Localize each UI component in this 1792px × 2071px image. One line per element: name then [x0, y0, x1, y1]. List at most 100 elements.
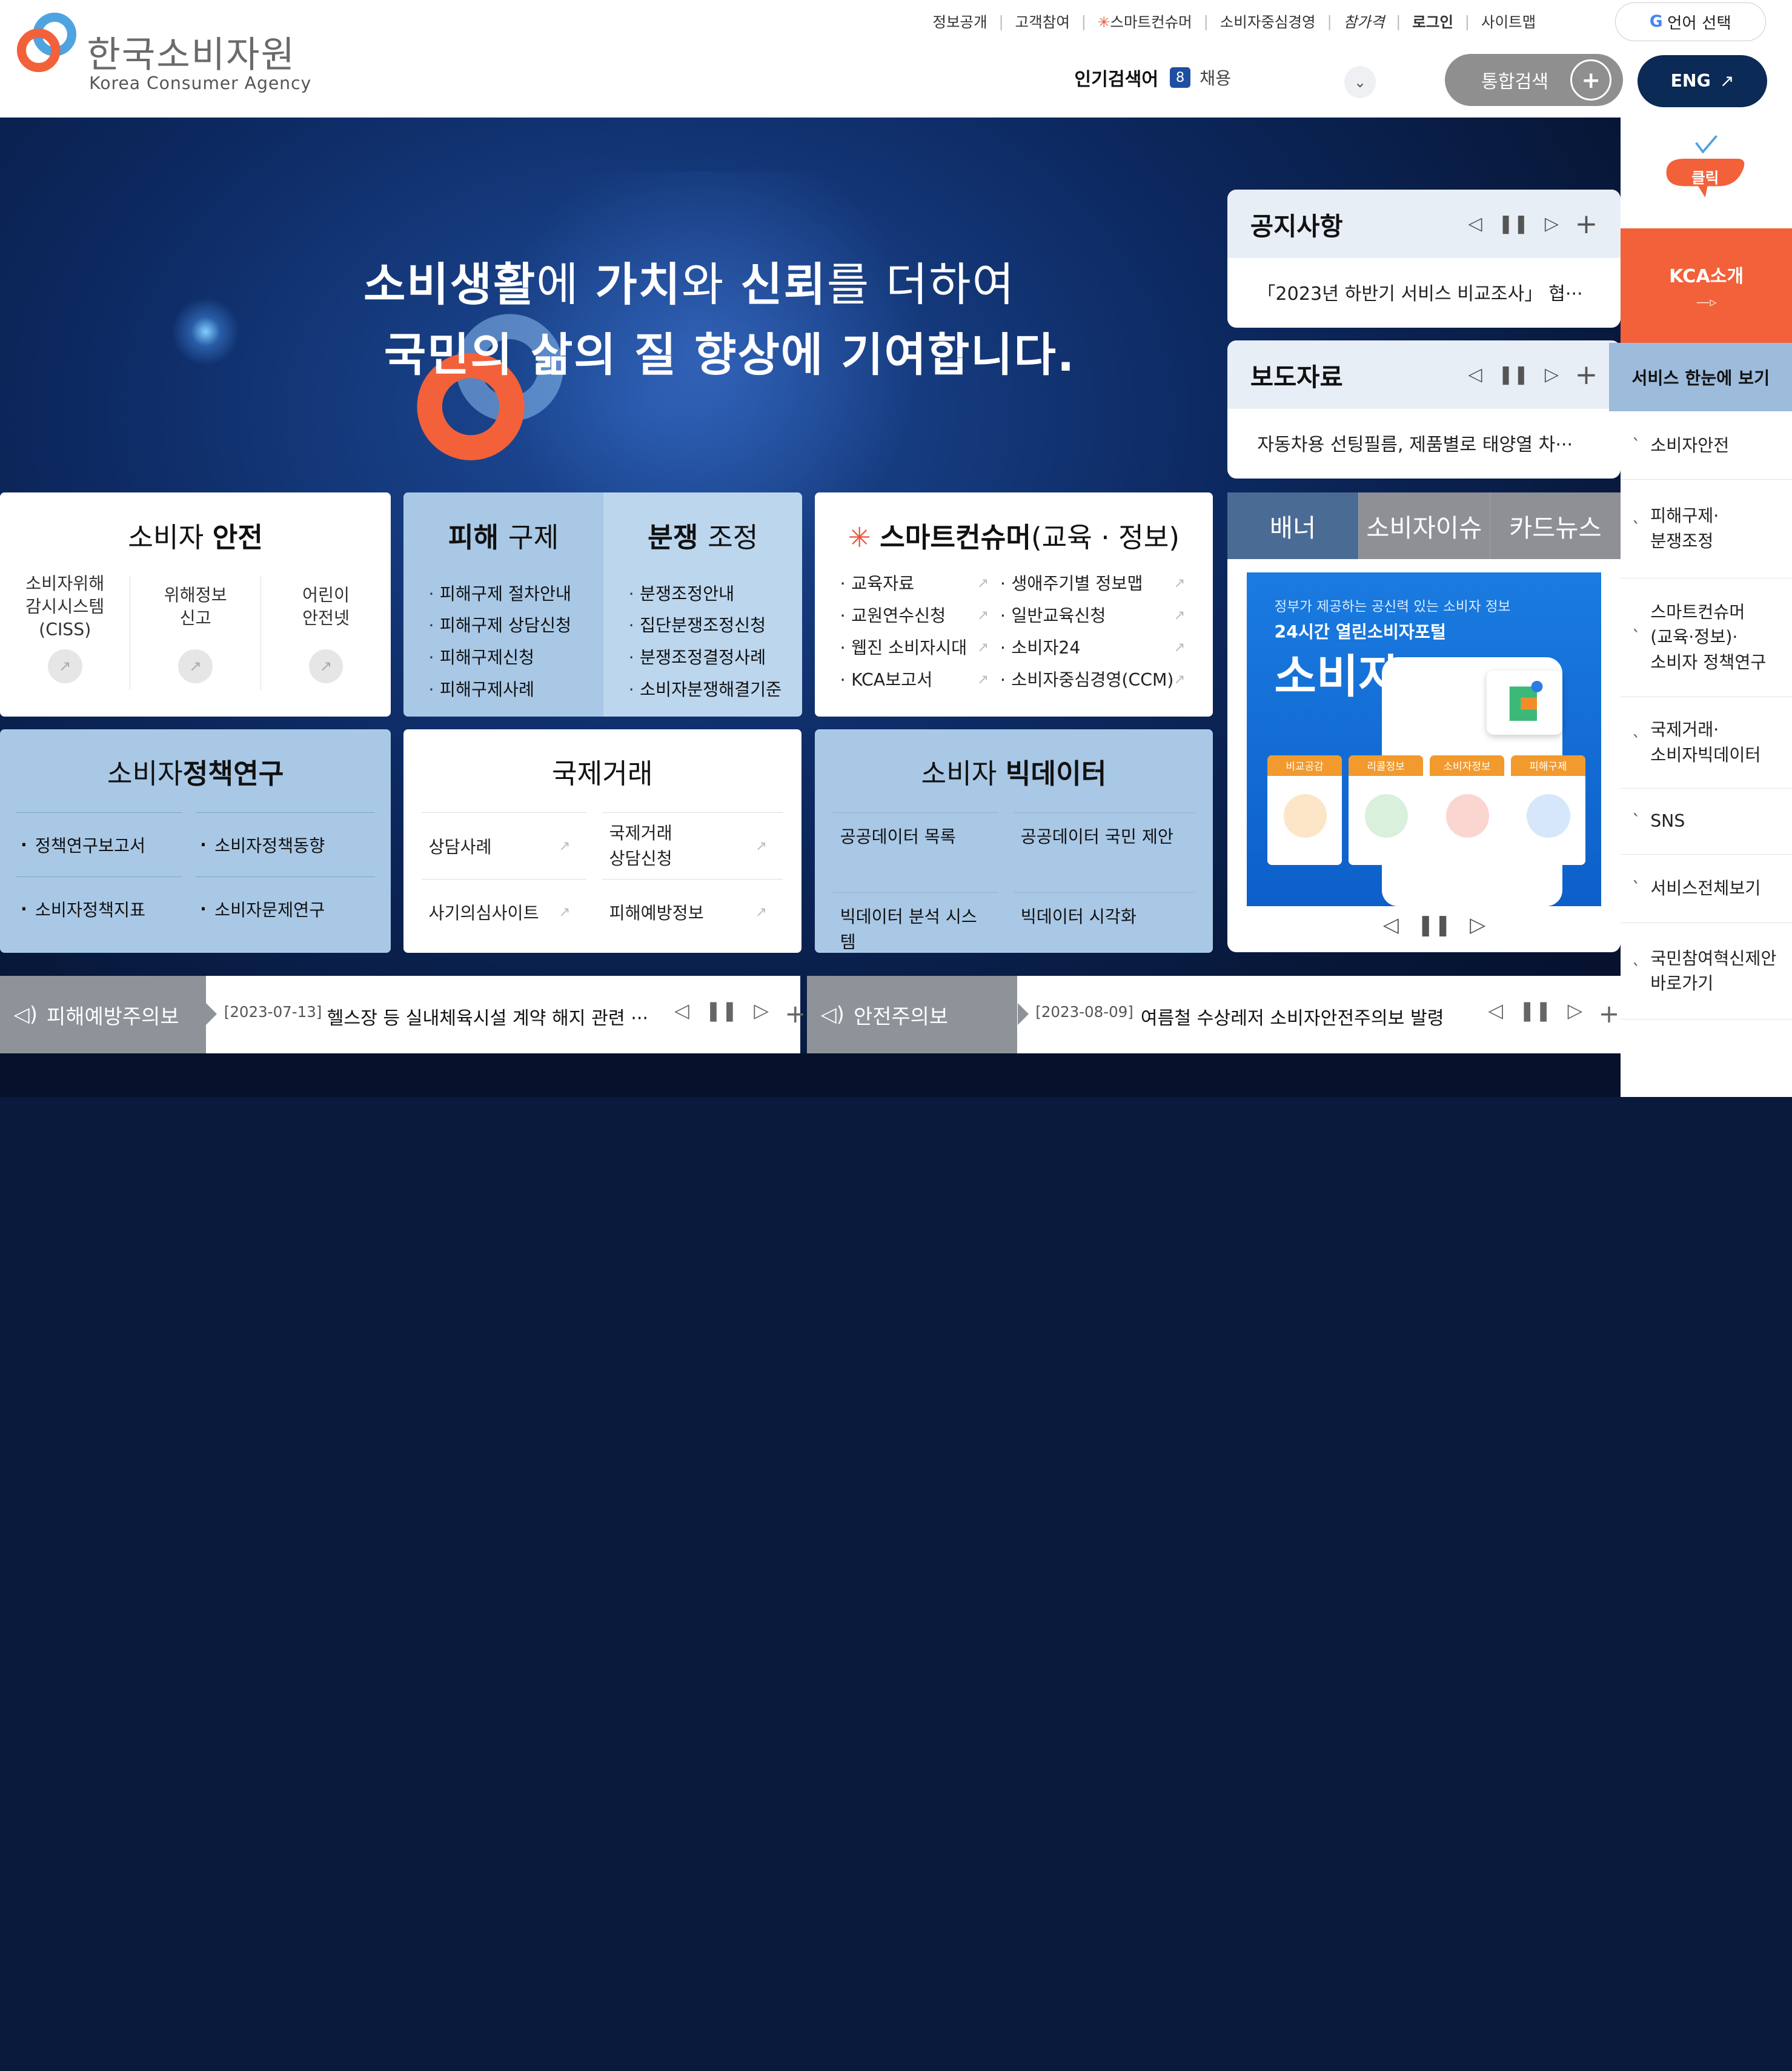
smart-link[interactable]: 교원연수신청 ↗: [840, 603, 989, 629]
intl-title[interactable]: 국제거래: [403, 729, 801, 813]
policy-link[interactable]: 소비자정책지표: [16, 876, 182, 941]
safety-item-report[interactable]: 위해정보 신고 ↗: [130, 575, 261, 691]
util-info[interactable]: 정보공개: [921, 11, 999, 32]
press-title[interactable]: 보도자료: [1250, 357, 1343, 393]
util-smart[interactable]: ✳스마트컨슈머: [1086, 11, 1204, 32]
smart-title[interactable]: ✳ 스마트컨슈머(교육 · 정보): [815, 492, 1213, 555]
scale-icon: [1283, 794, 1327, 838]
pause-icon[interactable]: ❚❚: [1417, 913, 1452, 937]
quick-item[interactable]: 국제거래· 소비자빅데이터: [1621, 697, 1792, 789]
eng-button[interactable]: ENG ↗: [1638, 55, 1767, 108]
dispute-title[interactable]: 분쟁 조정: [603, 492, 802, 555]
policy-title[interactable]: 소비자정책연구: [0, 729, 391, 813]
kca-logo-icon[interactable]: [16, 12, 78, 73]
pause-icon[interactable]: ❚❚: [1498, 213, 1529, 234]
smart-link[interactable]: 웹진 소비자시대 ↗: [840, 635, 989, 661]
prev-icon[interactable]: ◁: [674, 999, 689, 1029]
policy-link[interactable]: 소비자정책동향: [195, 812, 375, 876]
bigdata-link[interactable]: 빅데이터 시각화: [1014, 892, 1195, 953]
smart-link[interactable]: 생애주기별 정보맵 ↗: [1000, 571, 1185, 597]
policy-link[interactable]: 소비자문제연구: [195, 876, 375, 941]
next-icon[interactable]: ▷: [1545, 213, 1559, 234]
quick-item[interactable]: 소비자안전: [1621, 411, 1792, 480]
util-customer[interactable]: 고객참여: [1004, 11, 1081, 32]
integrated-search-button[interactable]: 통합검색 +: [1444, 53, 1623, 107]
plus-icon[interactable]: +: [1575, 359, 1598, 391]
util-price[interactable]: 참가격: [1332, 11, 1396, 32]
intl-link[interactable]: 피해예방정보 ↗: [602, 878, 783, 945]
dispute-link[interactable]: 분쟁조정결정사례: [629, 642, 803, 674]
safety-title[interactable]: 소비자 안전: [0, 492, 391, 555]
popular-keyword[interactable]: 채용: [1200, 65, 1231, 90]
banner-card-label: 비교공감: [1267, 755, 1342, 776]
bigdata-link[interactable]: 빅데이터 분석 시스템: [833, 892, 998, 953]
logo-korean[interactable]: 한국소비자원: [87, 25, 296, 78]
alert-text[interactable]: 헬스장 등 실내체육시설 계약 해지 관련 ···: [327, 1003, 648, 1030]
prev-icon[interactable]: ◁: [1468, 364, 1482, 385]
tab-card-news[interactable]: 카드뉴스: [1490, 492, 1621, 559]
prev-icon[interactable]: ◁: [1488, 999, 1503, 1029]
quick-item[interactable]: SNS: [1621, 789, 1792, 855]
alert-text[interactable]: 여름철 수상레저 소비자안전주의보 발령: [1141, 1003, 1444, 1030]
smart-link[interactable]: 소비자중심경영(CCM)↗: [1000, 668, 1185, 693]
util-ccm[interactable]: 소비자중심경영: [1209, 11, 1327, 32]
tab-consumer-issue[interactable]: 소비자이슈: [1358, 492, 1490, 559]
safety-item-child[interactable]: 어린이 안전넷 ↗: [261, 576, 391, 691]
relief-title[interactable]: 피해 구제: [403, 492, 603, 555]
pause-icon[interactable]: ❚❚: [705, 999, 738, 1029]
notice-title[interactable]: 공지사항: [1250, 206, 1343, 242]
bigdata-link[interactable]: 공공데이터 목록: [833, 812, 998, 892]
bigdata-title[interactable]: 소비자 빅데이터: [815, 729, 1213, 813]
prev-icon[interactable]: ◁: [1383, 913, 1399, 937]
consumer24-banner-image[interactable]: 정부가 제공하는 공신력 있는 소비자 정보 24시간 열린소비자포털 소비자2…: [1247, 572, 1602, 907]
smart-link[interactable]: KCA보고서 ↗: [840, 668, 989, 693]
logo-english[interactable]: Korea Consumer Agency: [89, 73, 311, 93]
dispute-link[interactable]: 소비자분쟁해결기준: [629, 674, 803, 706]
language-select-button[interactable]: G 언어 선택: [1614, 2, 1766, 41]
next-icon[interactable]: ▷: [1470, 913, 1485, 937]
plus-icon[interactable]: +: [785, 999, 806, 1029]
click-badge[interactable]: 클릭: [1662, 129, 1748, 205]
press-title-text: 보도자료: [1250, 362, 1343, 392]
popular-expand-button[interactable]: ⌄: [1344, 66, 1376, 99]
smart-link[interactable]: 교육자료 ↗: [840, 571, 989, 597]
press-item[interactable]: 자동차용 선팅필름, 제품별로 태양열 차···: [1227, 409, 1621, 477]
notice-item[interactable]: 「2023년 하반기 서비스 비교조사」 협···: [1227, 258, 1621, 326]
safety-item-ciss[interactable]: 소비자위해 감시시스템 (CISS) ↗: [0, 574, 131, 691]
press-header: 보도자료 ◁ ❚❚ ▷ +: [1227, 340, 1621, 409]
relief-link[interactable]: 피해구제 상담신청: [428, 610, 603, 642]
kca-intro-button[interactable]: KCA소개 —▹: [1621, 228, 1792, 343]
next-icon[interactable]: ▷: [754, 999, 769, 1029]
quick-item[interactable]: 스마트컨슈머 (교육·정보)· 소비자 정책연구: [1621, 578, 1792, 697]
prev-icon[interactable]: ◁: [1468, 213, 1482, 234]
util-sitemap[interactable]: 사이트맵: [1470, 11, 1547, 32]
util-login[interactable]: 로그인: [1401, 11, 1464, 32]
policy-link[interactable]: 정책연구보고서: [16, 812, 182, 876]
quick-item[interactable]: 서비스전체보기: [1621, 855, 1792, 924]
dispute-link[interactable]: 집단분쟁조정신청: [629, 610, 803, 642]
intl-link[interactable]: 사기의심사이트 ↗: [422, 878, 586, 945]
smart-link[interactable]: 일반교육신청 ↗: [1000, 603, 1185, 629]
relief-link[interactable]: 피해구제신청: [428, 642, 603, 674]
external-link-icon: ↗: [755, 838, 767, 854]
relief-link[interactable]: 피해구제 절차안내: [428, 578, 603, 611]
pause-icon[interactable]: ❚❚: [1519, 999, 1551, 1029]
quick-item[interactable]: 국민참여혁신제안 바로가기: [1621, 923, 1792, 1019]
util-smart-label: 스마트컨슈머: [1110, 13, 1192, 31]
service-overview-button[interactable]: 서비스 한눈에 보기: [1609, 342, 1792, 412]
quick-item[interactable]: 피해구제· 분쟁조정: [1621, 480, 1792, 578]
pause-icon[interactable]: ❚❚: [1498, 364, 1529, 385]
plus-icon[interactable]: +: [1599, 999, 1620, 1029]
intl-link[interactable]: 국제거래 상담신청 ↗: [602, 812, 783, 878]
relief-link[interactable]: 피해구제사례: [428, 674, 603, 706]
plus-icon[interactable]: +: [1575, 208, 1598, 240]
next-icon[interactable]: ▷: [1568, 999, 1583, 1029]
smart-link[interactable]: 소비자24 ↗: [1000, 635, 1185, 661]
tab-banner[interactable]: 배너: [1227, 492, 1359, 559]
dispute-link[interactable]: 분쟁조정안내: [629, 578, 803, 611]
safety-title-b: 안전: [212, 521, 263, 554]
utility-nav: 정보공개 | 고객참여 | ✳스마트컨슈머 | 소비자중심경영 | 참가격 | 로그인 | …: [921, 9, 1547, 35]
bigdata-link[interactable]: 공공데이터 국민 제안: [1014, 812, 1195, 892]
intl-link[interactable]: 상담사례 ↗: [422, 812, 586, 878]
next-icon[interactable]: ▷: [1545, 364, 1559, 385]
